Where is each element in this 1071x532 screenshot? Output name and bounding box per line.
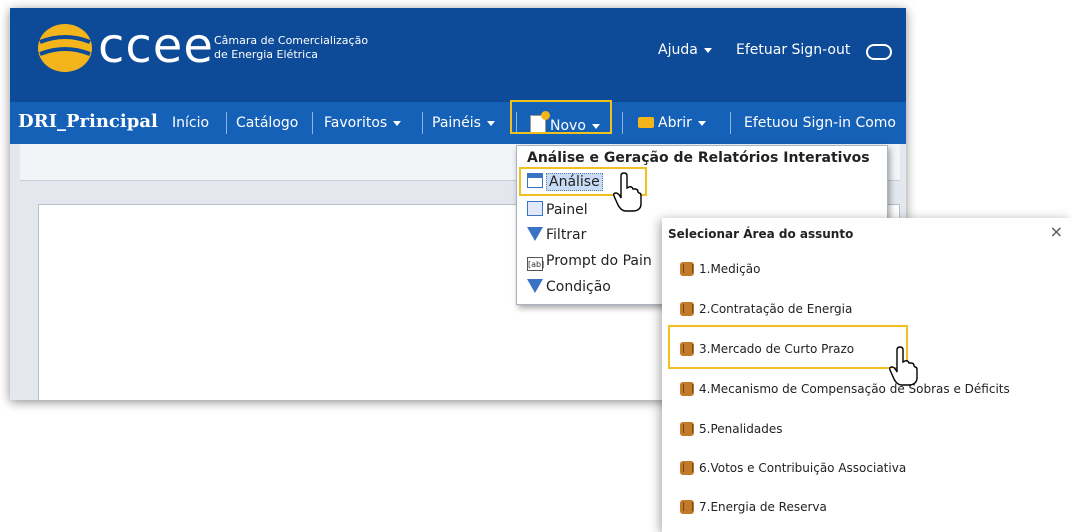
cube-icon: [680, 500, 694, 514]
folder-icon: [638, 117, 654, 128]
brand-tagline: Câmara de Comercialização de Energia Elé…: [214, 34, 368, 62]
cube-icon: [680, 422, 694, 436]
subject-item-label: 2.Contratação de Energia: [699, 302, 853, 316]
nav-bar: DRI_Principal Início Catálogo Favoritos …: [10, 102, 906, 144]
subject-item[interactable]: 7.Energia de Reserva: [680, 500, 827, 514]
nav-abrir[interactable]: Abrir: [638, 115, 706, 131]
menu-item-painel-label: Painel: [546, 202, 588, 218]
nav-divider: [312, 112, 313, 134]
nav-divider: [226, 112, 227, 134]
dashboard-icon: [527, 201, 543, 216]
help-label: Ajuda: [658, 42, 698, 58]
nav-abrir-label: Abrir: [658, 115, 692, 131]
menu-item-filtrar-label: Filtrar: [546, 227, 587, 243]
cube-icon: [680, 302, 694, 316]
subject-item[interactable]: 4.Mecanismo de Compensação de Sobras e D…: [680, 382, 1010, 396]
close-icon[interactable]: ×: [1050, 222, 1063, 241]
subject-item-label: 7.Energia de Reserva: [699, 500, 827, 514]
cube-icon: [680, 262, 694, 276]
cube-icon: [680, 382, 694, 396]
subject-item[interactable]: 1.Medição: [680, 262, 760, 276]
subject-area-title: Selecionar Área do assunto: [668, 227, 854, 241]
prompt-icon: [ab]: [527, 257, 544, 271]
brand-name: ccee: [98, 18, 214, 74]
subject-area-dialog: Selecionar Área do assunto × 1.Medição 2…: [662, 218, 1071, 532]
menu-item-condicao[interactable]: Condição: [527, 279, 611, 295]
chevron-down-icon: [703, 47, 712, 53]
menu-item-painel[interactable]: Painel: [527, 201, 588, 218]
nav-divider: [622, 112, 623, 134]
nav-divider: [422, 112, 423, 134]
menu-item-prompt-label: Prompt do Pain: [546, 253, 652, 269]
subject-item-label: 1.Medição: [699, 262, 761, 276]
nav-favoritos-label: Favoritos: [324, 115, 388, 131]
filter-icon: [527, 227, 543, 241]
mercado-highlight-box: [668, 325, 908, 369]
chevron-down-icon: [393, 120, 402, 126]
menu-item-filtrar[interactable]: Filtrar: [527, 227, 586, 243]
header-bar: ccee Câmara de Comercialização de Energi…: [10, 8, 906, 102]
cube-icon: [680, 461, 694, 475]
novo-highlight-box: [510, 100, 612, 134]
nav-paineis[interactable]: Painéis: [432, 115, 495, 131]
tagline-line2: de Energia Elétrica: [214, 48, 318, 61]
nav-favoritos[interactable]: Favoritos: [324, 115, 402, 131]
app-title: DRI_Principal: [18, 111, 158, 132]
subject-item-label: 6.Votos e Contribuição Associativa: [699, 461, 907, 475]
condition-icon: [527, 279, 543, 293]
subject-item[interactable]: 5.Penalidades: [680, 422, 783, 436]
tagline-line1: Câmara de Comercialização: [214, 34, 369, 47]
nav-divider: [730, 112, 731, 134]
menu-heading: Análise e Geração de Relatórios Interati…: [527, 150, 870, 166]
subject-item[interactable]: 2.Contratação de Energia: [680, 302, 852, 316]
nav-inicio[interactable]: Início: [172, 115, 209, 131]
subject-item-label: 5.Penalidades: [699, 422, 783, 436]
chevron-down-icon: [486, 120, 495, 126]
help-menu[interactable]: Ajuda: [658, 42, 712, 58]
menu-item-prompt[interactable]: [ab] Prompt do Pain: [527, 253, 652, 271]
menu-item-condicao-label: Condição: [546, 279, 611, 295]
nav-catalogo[interactable]: Catálogo: [236, 115, 298, 131]
hand-cursor-icon: [889, 346, 918, 386]
subject-item-label: 4.Mecanismo de Compensação de Sobras e D…: [699, 382, 1010, 396]
user-status-icon[interactable]: [866, 44, 892, 60]
hand-cursor-icon: [613, 172, 642, 212]
nav-paineis-label: Painéis: [432, 115, 481, 131]
ccee-logo-icon: [38, 24, 92, 72]
chevron-down-icon: [697, 120, 706, 126]
subject-item[interactable]: 6.Votos e Contribuição Associativa: [680, 461, 906, 475]
signout-link[interactable]: Efetuar Sign-out: [736, 42, 850, 58]
nav-signed-in-as[interactable]: Efetuou Sign-in Como: [744, 115, 896, 131]
